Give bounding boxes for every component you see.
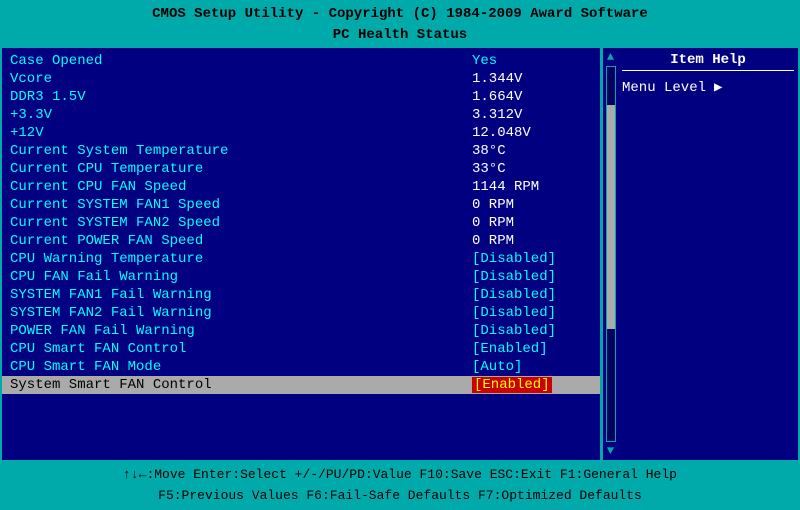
menu-row[interactable]: Current CPU FAN Speed1144 RPM [2, 178, 600, 196]
menu-row[interactable]: CPU Smart FAN Control[Enabled] [2, 340, 600, 358]
main-area: Case OpenedYesVcore1.344VDDR3 1.5V1.664V… [0, 48, 800, 462]
scroll-up-arrow[interactable]: ▲ [607, 50, 614, 64]
menu-row[interactable]: SYSTEM FAN1 Fail Warning[Disabled] [2, 286, 600, 304]
menu-row[interactable]: Current System Temperature38°C [2, 142, 600, 160]
row-label: CPU Warning Temperature [10, 251, 472, 267]
row-label: CPU FAN Fail Warning [10, 269, 472, 285]
nav-line2: F5:Previous Values F6:Fail-Safe Defaults… [0, 486, 800, 507]
row-label: Case Opened [10, 53, 472, 69]
row-value: [Disabled] [472, 269, 592, 285]
scrollbar[interactable]: ▲ ▼ [602, 48, 618, 460]
bios-screen: CMOS Setup Utility - Copyright (C) 1984-… [0, 0, 800, 510]
help-title: Item Help [622, 52, 794, 71]
row-value: [Disabled] [472, 287, 592, 303]
row-label: Current CPU FAN Speed [10, 179, 472, 195]
row-value: 1144 RPM [472, 179, 592, 195]
row-value: [Disabled] [472, 251, 592, 267]
menu-row[interactable]: Vcore1.344V [2, 70, 600, 88]
nav-bar: ↑↓←:Move Enter:Select +/-/PU/PD:Value F1… [0, 462, 800, 510]
row-value: [Disabled] [472, 305, 592, 321]
row-label: CPU Smart FAN Mode [10, 359, 472, 375]
nav-keys-line2: F5:Previous Values F6:Fail-Safe Defaults… [158, 486, 642, 507]
row-value: 0 RPM [472, 197, 592, 213]
menu-row[interactable]: CPU FAN Fail Warning[Disabled] [2, 268, 600, 286]
help-content: Menu Level ▶ [622, 79, 794, 96]
menu-level-label: Menu Level [622, 80, 706, 96]
menu-row[interactable]: System Smart FAN Control[Enabled] [2, 376, 600, 394]
row-label: SYSTEM FAN2 Fail Warning [10, 305, 472, 321]
row-label: Current SYSTEM FAN1 Speed [10, 197, 472, 213]
row-label: Current CPU Temperature [10, 161, 472, 177]
row-value: [Auto] [472, 359, 592, 375]
row-label: Vcore [10, 71, 472, 87]
nav-line1: ↑↓←:Move Enter:Select +/-/PU/PD:Value F1… [0, 465, 800, 486]
menu-level-arrow: ▶ [714, 79, 722, 96]
row-label: SYSTEM FAN1 Fail Warning [10, 287, 472, 303]
row-label: Current POWER FAN Speed [10, 233, 472, 249]
title-bar: CMOS Setup Utility - Copyright (C) 1984-… [0, 0, 800, 48]
title-line1: CMOS Setup Utility - Copyright (C) 1984-… [0, 4, 800, 25]
row-value: 38°C [472, 143, 592, 159]
menu-row[interactable]: CPU Warning Temperature[Disabled] [2, 250, 600, 268]
row-label: System Smart FAN Control [10, 377, 472, 393]
scroll-thumb [607, 105, 615, 329]
nav-keys-line1: ↑↓←:Move Enter:Select +/-/PU/PD:Value F1… [123, 465, 677, 486]
right-panel: Item Help Menu Level ▶ [618, 48, 798, 460]
row-value: Yes [472, 53, 592, 69]
menu-row[interactable]: +3.3V3.312V [2, 106, 600, 124]
row-label: DDR3 1.5V [10, 89, 472, 105]
menu-row[interactable]: Case OpenedYes [2, 52, 600, 70]
menu-row[interactable]: CPU Smart FAN Mode[Auto] [2, 358, 600, 376]
row-value: [Enabled] [472, 341, 592, 357]
row-value: [Disabled] [472, 323, 592, 339]
left-panel: Case OpenedYesVcore1.344VDDR3 1.5V1.664V… [2, 48, 602, 460]
row-value: 12.048V [472, 125, 592, 141]
row-label: Current System Temperature [10, 143, 472, 159]
scroll-track [606, 66, 616, 442]
row-value: 1.664V [472, 89, 592, 105]
row-value: 3.312V [472, 107, 592, 123]
menu-row[interactable]: Current SYSTEM FAN1 Speed0 RPM [2, 196, 600, 214]
row-label: POWER FAN Fail Warning [10, 323, 472, 339]
row-label: CPU Smart FAN Control [10, 341, 472, 357]
menu-row[interactable]: POWER FAN Fail Warning[Disabled] [2, 322, 600, 340]
menu-row[interactable]: Current POWER FAN Speed0 RPM [2, 232, 600, 250]
row-label: +3.3V [10, 107, 472, 123]
row-value: 0 RPM [472, 215, 592, 231]
row-value: 1.344V [472, 71, 592, 87]
scroll-down-arrow[interactable]: ▼ [607, 444, 614, 458]
row-value: 33°C [472, 161, 592, 177]
menu-row[interactable]: DDR3 1.5V1.664V [2, 88, 600, 106]
menu-row[interactable]: SYSTEM FAN2 Fail Warning[Disabled] [2, 304, 600, 322]
title-line2: PC Health Status [0, 25, 800, 46]
red-bracket-value: [Enabled] [472, 377, 552, 393]
row-value: 0 RPM [472, 233, 592, 249]
row-value: [Enabled] [472, 377, 592, 393]
menu-row[interactable]: Current CPU Temperature33°C [2, 160, 600, 178]
menu-row[interactable]: +12V12.048V [2, 124, 600, 142]
row-label: Current SYSTEM FAN2 Speed [10, 215, 472, 231]
row-label: +12V [10, 125, 472, 141]
menu-row[interactable]: Current SYSTEM FAN2 Speed0 RPM [2, 214, 600, 232]
